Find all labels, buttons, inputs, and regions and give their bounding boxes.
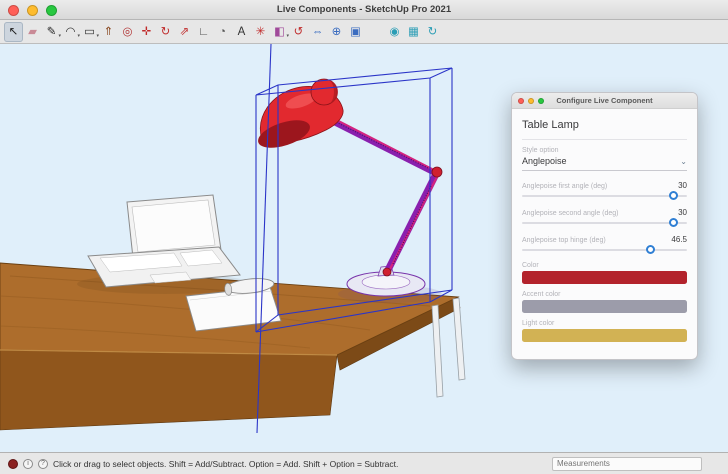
configure-live-component-dialog: Configure Live Component Table Lamp Styl… [511, 92, 698, 360]
color-row-1: Accent color [522, 291, 687, 313]
move-tool-icon[interactable]: ✛ [137, 22, 156, 42]
live-components-tool-icon[interactable]: ◉ [385, 22, 404, 42]
zoom-tool-icon[interactable]: ⊕ [327, 22, 346, 42]
slider-row-0: Anglepoise first angle (deg) 30 [522, 181, 687, 197]
dialog-title: Configure Live Component [556, 96, 652, 105]
dialog-close-button[interactable] [518, 98, 524, 104]
tape-measure-tool-icon[interactable]: ∟ [194, 22, 213, 42]
color-label: Color [522, 262, 687, 269]
pan-tool-icon[interactable]: ⇔ [308, 22, 327, 42]
slider-label: Anglepoise first angle (deg) [522, 183, 607, 190]
slider-value: 30 [678, 208, 687, 217]
minimize-button[interactable] [27, 5, 38, 16]
toolbar: ↖▰✎▾◠▾▭▾⇑◎✛↻⇗∟◔A✳◧▾↺⇔⊕▣◉▦↻ [0, 20, 728, 44]
color-swatch[interactable] [522, 271, 687, 284]
close-button[interactable] [8, 5, 19, 16]
info-icon[interactable]: i [23, 459, 33, 469]
component-name: Table Lamp [522, 115, 687, 140]
slider-knob[interactable] [646, 245, 655, 254]
color-label: Light color [522, 320, 687, 327]
slider-track[interactable] [522, 249, 687, 251]
dialog-colors: Color Accent color Light color [522, 262, 687, 342]
title-bar: Live Components - SketchUp Pro 2021 [0, 0, 728, 20]
color-swatch[interactable] [522, 329, 687, 342]
slider-value: 46.5 [671, 235, 687, 244]
dialog-title-bar[interactable]: Configure Live Component [512, 93, 697, 109]
status-dot-icon [8, 459, 18, 469]
paint-bucket-tool-icon[interactable]: ◧▾ [270, 22, 289, 42]
measurements-input[interactable] [552, 457, 702, 471]
style-option-select[interactable]: Anglepoise ⌄ [522, 156, 687, 171]
rectangle-tool-icon[interactable]: ▭▾ [80, 22, 99, 42]
slider-knob[interactable] [669, 191, 678, 200]
color-swatch[interactable] [522, 300, 687, 313]
slider-label: Anglepoise top hinge (deg) [522, 237, 606, 244]
zoom-button[interactable] [46, 5, 57, 16]
slider-row-1: Anglepoise second angle (deg) 30 [522, 208, 687, 224]
slider-track[interactable] [522, 195, 687, 197]
orbit-tool-icon[interactable]: ↺ [289, 22, 308, 42]
warehouse-tool-icon[interactable]: ▦ [404, 22, 423, 42]
line-tool-icon[interactable]: ✎▾ [42, 22, 61, 42]
zoom-extents-tool-icon[interactable]: ▣ [346, 22, 365, 42]
text-tool-icon[interactable]: A [232, 22, 251, 42]
slider-value: 30 [678, 181, 687, 190]
scale-tool-icon[interactable]: ⇗ [175, 22, 194, 42]
color-row-2: Light color [522, 320, 687, 342]
extension-tool-icon[interactable]: ↻ [423, 22, 442, 42]
dialog-minimize-button[interactable] [528, 98, 534, 104]
offset-tool-icon[interactable]: ◎ [118, 22, 137, 42]
slider-row-2: Anglepoise top hinge (deg) 46.5 [522, 235, 687, 251]
chevron-down-icon: ⌄ [680, 157, 687, 166]
arc-tool-icon[interactable]: ◠▾ [61, 22, 80, 42]
style-option-value: Anglepoise [522, 156, 567, 166]
slider-track[interactable] [522, 222, 687, 224]
protractor-tool-icon[interactable]: ◔ [213, 22, 232, 42]
status-hint: Click or drag to select objects. Shift =… [53, 459, 398, 469]
select-tool-icon[interactable]: ↖ [4, 22, 23, 42]
axes-tool-icon[interactable]: ✳ [251, 22, 270, 42]
color-row-0: Color [522, 262, 687, 284]
slider-knob[interactable] [669, 218, 678, 227]
dialog-zoom-button[interactable] [538, 98, 544, 104]
viewport[interactable]: Configure Live Component Table Lamp Styl… [0, 44, 728, 452]
pushpull-tool-icon[interactable]: ⇑ [99, 22, 118, 42]
slider-label: Anglepoise second angle (deg) [522, 210, 619, 217]
eraser-tool-icon[interactable]: ▰ [23, 22, 42, 42]
help-icon[interactable]: ? [38, 459, 48, 469]
status-bar: i ? Click or drag to select objects. Shi… [0, 452, 728, 474]
color-label: Accent color [522, 291, 687, 298]
rotate-tool-icon[interactable]: ↻ [156, 22, 175, 42]
window-title: Live Components - SketchUp Pro 2021 [277, 4, 451, 15]
style-option-label: Style option [522, 147, 687, 154]
lamp-elbow-joint[interactable] [432, 167, 442, 177]
dialog-sliders: Anglepoise first angle (deg)30Anglepoise… [522, 181, 687, 251]
sketchup-window: Live Components - SketchUp Pro 2021 ↖▰✎▾… [0, 0, 728, 474]
